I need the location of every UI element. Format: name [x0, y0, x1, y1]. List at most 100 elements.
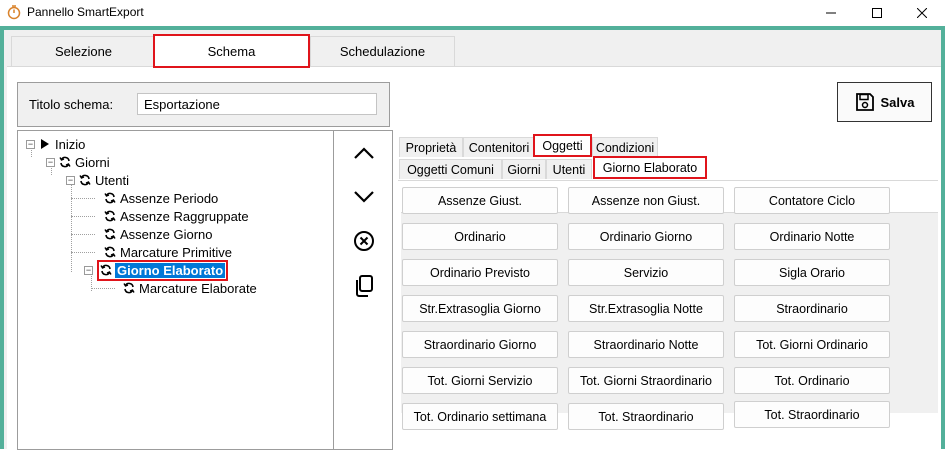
- tree-node-assenze-giorno[interactable]: Assenze Giorno: [104, 225, 213, 243]
- copy-button[interactable]: [350, 272, 378, 300]
- maximize-button[interactable]: [854, 0, 900, 26]
- object-button[interactable]: Ordinario Notte: [734, 223, 890, 250]
- maximize-icon: [872, 8, 882, 18]
- refresh-icon: [123, 282, 135, 294]
- object-button[interactable]: Tot. Ordinario settimana: [402, 403, 558, 430]
- tab-condizioni[interactable]: Condizioni: [592, 137, 658, 157]
- object-button[interactable]: Contatore Ciclo: [734, 187, 890, 214]
- tree-node-utenti[interactable]: − Utenti: [66, 171, 129, 189]
- object-button[interactable]: Ordinario Giorno: [568, 223, 724, 250]
- collapse-icon[interactable]: −: [66, 175, 75, 185]
- move-down-button[interactable]: [350, 183, 378, 211]
- object-button[interactable]: Tot. Giorni Servizio: [402, 367, 558, 394]
- object-button[interactable]: Assenze Giust.: [402, 187, 558, 214]
- object-button[interactable]: Assenze non Giust.: [568, 187, 724, 214]
- tree-node-marcature-elaborate[interactable]: Marcature Elaborate: [123, 279, 257, 297]
- collapse-icon[interactable]: −: [26, 139, 35, 149]
- object-button[interactable]: Tot. Giorni Ordinario: [734, 331, 890, 358]
- tab-selezione[interactable]: Selezione: [11, 36, 156, 66]
- object-button-label: Ordinario: [454, 229, 506, 244]
- object-button[interactable]: Ordinario Previsto: [402, 259, 558, 286]
- tab-proprieta[interactable]: Proprietà: [399, 137, 463, 157]
- close-button[interactable]: [899, 0, 945, 26]
- tree-node-label: Giorno Elaborato: [115, 262, 226, 278]
- collapse-icon[interactable]: −: [46, 157, 55, 167]
- remove-button[interactable]: [350, 227, 378, 255]
- object-button[interactable]: Tot. Ordinario: [734, 367, 890, 394]
- subtab-giorno-elaborato[interactable]: Giorno Elaborato: [593, 156, 707, 179]
- tree-node-giorno-elaborato[interactable]: − Giorno Elaborato: [84, 259, 229, 281]
- save-button[interactable]: Salva: [837, 82, 932, 122]
- tree-guide: [71, 216, 95, 217]
- tree-node-inizio[interactable]: − Inizio: [26, 135, 85, 153]
- schema-title-group: Titolo schema:: [17, 82, 390, 127]
- tree-node-label: Marcature Elaborate: [139, 280, 257, 296]
- subtab-utenti[interactable]: Utenti: [546, 159, 592, 179]
- tab-label: Oggetti Comuni: [407, 162, 494, 177]
- object-button[interactable]: Servizio: [568, 259, 724, 286]
- tab-contenitori[interactable]: Contenitori: [463, 137, 535, 157]
- move-up-button[interactable]: [350, 139, 378, 167]
- object-button[interactable]: Straordinario Giorno: [402, 331, 558, 358]
- refresh-icon: [104, 210, 116, 222]
- tree-node-label: Giorni: [75, 154, 110, 170]
- window-frame: Selezione Schema Schedulazione Titolo sc…: [0, 26, 945, 450]
- subtab-oggetti-comuni[interactable]: Oggetti Comuni: [399, 159, 502, 179]
- object-button-label: Ordinario Giorno: [599, 229, 693, 244]
- selected-node-highlight: Giorno Elaborato: [97, 259, 229, 281]
- tree-node-marcature-primitive[interactable]: Marcature Primitive: [104, 243, 232, 261]
- object-button-label: Contatore Ciclo: [768, 193, 856, 208]
- window-title: Pannello SmartExport: [27, 5, 144, 19]
- minimize-icon: [826, 12, 836, 14]
- save-button-label: Salva: [880, 94, 915, 110]
- object-button[interactable]: Tot. Giorni Straordinario: [568, 367, 724, 394]
- object-button-label: Straordinario Notte: [593, 337, 699, 352]
- minimize-button[interactable]: [808, 0, 854, 26]
- tree-node-giorni[interactable]: − Giorni: [46, 153, 110, 171]
- tree-guide: [71, 180, 72, 272]
- tab-label: Selezione: [54, 44, 113, 59]
- tree-node-label: Marcature Primitive: [120, 244, 232, 260]
- tree-node-assenze-periodo[interactable]: Assenze Periodo: [104, 189, 218, 207]
- schema-title-label: Titolo schema:: [29, 97, 114, 112]
- schema-tree[interactable]: − Inizio − Giorni − Utenti Assenze Perio…: [17, 130, 334, 450]
- collapse-icon[interactable]: −: [84, 265, 93, 275]
- subtab-giorni[interactable]: Giorni: [502, 159, 546, 179]
- tab-oggetti[interactable]: Oggetti: [533, 134, 592, 157]
- tree-guide: [71, 252, 95, 253]
- object-button-label: Tot. Ordinario: [774, 373, 850, 388]
- refresh-icon: [59, 156, 71, 168]
- object-button-label: Sigla Orario: [779, 265, 845, 280]
- object-button-label: Str.Extrasoglia Giorno: [419, 301, 541, 316]
- tab-schema[interactable]: Schema: [153, 34, 310, 68]
- tab-label: Condizioni: [595, 140, 655, 155]
- object-button-label: Str.Extrasoglia Notte: [589, 301, 703, 316]
- schema-title-input[interactable]: [137, 93, 377, 115]
- object-button[interactable]: Str.Extrasoglia Giorno: [402, 295, 558, 322]
- title-bar: Pannello SmartExport: [0, 0, 945, 26]
- object-button[interactable]: Straordinario Notte: [568, 331, 724, 358]
- object-button-label: Ordinario Notte: [769, 229, 855, 244]
- object-button-label: Tot. Giorni Ordinario: [756, 337, 868, 352]
- object-button[interactable]: Tot. Straordinario: [568, 403, 724, 430]
- object-button[interactable]: Str.Extrasoglia Notte: [568, 295, 724, 322]
- copy-icon: [356, 275, 373, 297]
- object-button[interactable]: Sigla Orario: [734, 259, 890, 286]
- object-button[interactable]: Straordinario: [734, 295, 890, 322]
- object-button[interactable]: Tot. Straordinario: [734, 401, 890, 428]
- floppy-disk-icon: [855, 93, 874, 111]
- object-button-label: Servizio: [623, 265, 669, 280]
- chevron-up-icon: [354, 147, 374, 159]
- tree-node-assenze-raggruppate[interactable]: Assenze Raggruppate: [104, 207, 249, 225]
- close-icon: [917, 8, 927, 18]
- refresh-icon: [104, 192, 116, 204]
- tree-action-column: [333, 130, 393, 450]
- timer-icon: [6, 4, 22, 20]
- object-button-label: Straordinario: [776, 301, 848, 316]
- tab-schedulazione[interactable]: Schedulazione: [310, 36, 455, 66]
- refresh-icon: [104, 228, 116, 240]
- object-button[interactable]: Ordinario: [402, 223, 558, 250]
- tab-label: Utenti: [552, 162, 586, 177]
- object-button-label: Assenze Giust.: [437, 193, 523, 208]
- object-button-label: Tot. Straordinario: [598, 409, 694, 424]
